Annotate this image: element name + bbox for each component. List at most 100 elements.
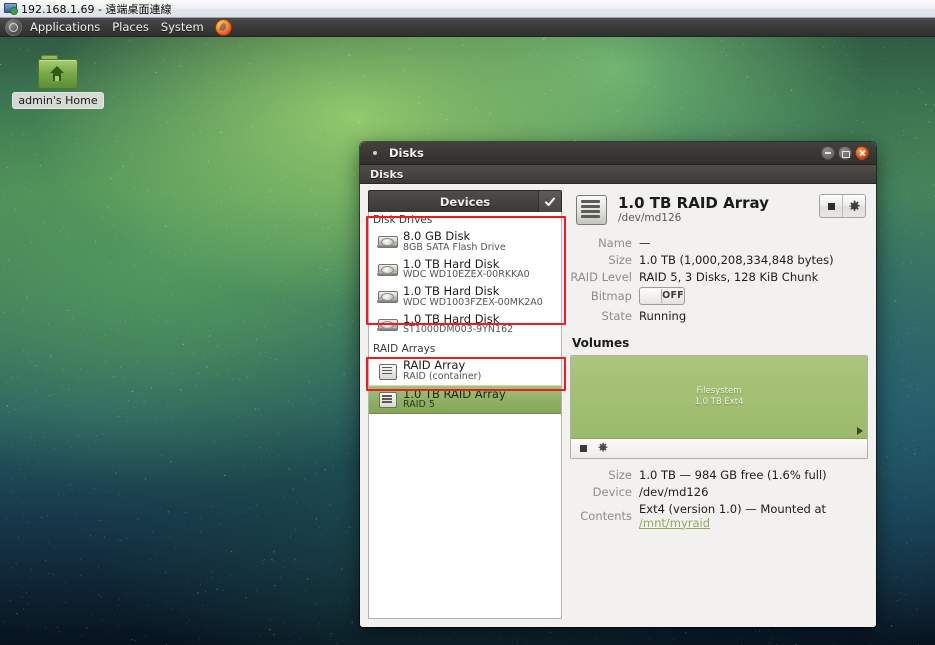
device-row-8gb-disk[interactable]: 8.0 GB Disk 8GB SATA Flash Drive [369, 228, 561, 256]
device-model: RAID (container) [403, 370, 482, 382]
window-content: Devices Disk Drives 8.0 GB Disk 8GB SATA… [360, 184, 876, 627]
detail-properties: Name — Size 1.0 TB (1,000,208,334,848 by… [570, 234, 868, 324]
property-value: Running [639, 308, 687, 323]
device-name: 8.0 GB Disk [403, 229, 471, 243]
volume-row-device: Device /dev/md126 [570, 483, 868, 500]
app-header: Disks [360, 165, 876, 184]
menu-places[interactable]: Places [106, 18, 155, 37]
property-label: Bitmap [590, 289, 632, 303]
device-name: 1.0 TB Hard Disk [403, 284, 500, 298]
gear-icon [848, 199, 861, 213]
volumes-box: Filesystem 1.0 TB Ext4 [570, 355, 868, 459]
device-model: WDC WD1003FZEX-00MK2A0 [403, 296, 543, 308]
minimize-icon[interactable] [821, 146, 835, 160]
home-folder-icon [38, 55, 78, 89]
disks-window: Disks Disks Devices Disk Drives 8.0 GB D… [360, 142, 876, 627]
group-header-disk-drives: Disk Drives [369, 212, 561, 228]
window-buttons [821, 142, 869, 164]
property-label: State [601, 308, 632, 323]
volume-caption-line1: Filesystem [696, 386, 742, 397]
property-row-bitmap: Bitmap OFF [570, 285, 868, 307]
device-model: WDC WD10EZEX-00RKKA0 [403, 269, 530, 281]
ubuntu-logo-icon[interactable] [5, 18, 22, 36]
property-label: Size [608, 467, 632, 482]
firefox-icon[interactable] [214, 18, 232, 36]
property-value: — [639, 235, 651, 250]
property-label: RAID Level [570, 269, 632, 284]
desktop-icon-admins-home[interactable]: admin's Home [12, 55, 104, 109]
hard-disk-icon [377, 289, 398, 304]
toggle-knob [640, 288, 662, 303]
volume-segment-filesystem[interactable]: Filesystem 1.0 TB Ext4 [571, 356, 867, 439]
window-title: Disks [389, 146, 424, 160]
property-label: Size [608, 252, 632, 267]
device-row-raid-container[interactable]: RAID Array RAID (container) [369, 357, 561, 385]
device-name: RAID Array [403, 358, 466, 372]
detail-title: 1.0 TB RAID Array [618, 194, 769, 212]
close-icon[interactable] [855, 146, 869, 160]
window-body: Disks Devices Disk Drives 8.0 GB Disk 8G… [360, 165, 876, 627]
property-value: RAID 5, 3 Disks, 128 KiB Chunk [639, 269, 819, 284]
raid-array-icon [574, 194, 608, 226]
volume-options-button[interactable] [597, 442, 610, 455]
property-label: Name [598, 235, 632, 250]
maximize-icon[interactable] [838, 146, 852, 160]
device-model: 8GB SATA Flash Drive [403, 241, 506, 253]
property-value: OFF [639, 285, 868, 307]
volume-expand-arrow-icon[interactable] [857, 427, 863, 435]
volumes-heading: Volumes [572, 336, 630, 350]
volume-row-contents: Contents Ext4 (version 1.0) — Mounted at… [570, 500, 868, 531]
rdp-titlebar: 192.168.1.69 - 遠端桌面連線 [0, 0, 935, 18]
device-row-wd1003fzex[interactable]: 1.0 TB Hard Disk WDC WD1003FZEX-00MK2A0 [369, 283, 561, 311]
stop-array-button[interactable] [820, 195, 842, 217]
contents-text: Ext4 (version 1.0) — Mounted at [639, 501, 827, 516]
detail-pane: 1.0 TB RAID Array /dev/md126 Name — Size… [570, 190, 868, 619]
property-row-size: Size 1.0 TB (1,000,208,334,848 bytes) [570, 251, 868, 268]
hard-disk-icon [377, 234, 398, 249]
app-header-title: Disks [370, 167, 404, 181]
property-value: 1.0 TB — 984 GB free (1.6% full) [639, 467, 827, 482]
raid-array-icon [377, 363, 397, 380]
property-row-state: State Running [570, 307, 868, 324]
check-icon[interactable] [538, 191, 561, 212]
property-row-raid-level: RAID Level RAID 5, 3 Disks, 128 KiB Chun… [570, 268, 868, 285]
sidebar: Devices Disk Drives 8.0 GB Disk 8GB SATA… [368, 190, 562, 619]
device-model: ST1000DM003-9YN162 [403, 324, 514, 336]
group-header-raid-arrays: RAID Arrays [369, 341, 561, 357]
property-value: /dev/md126 [639, 484, 709, 499]
device-row-st1000dm003[interactable]: 1.0 TB Hard Disk ST1000DM003-9YN162 [369, 311, 561, 339]
window-titlebar[interactable]: Disks [360, 142, 876, 165]
detail-subtitle: /dev/md126 [618, 212, 682, 225]
volume-toolbar [571, 439, 867, 458]
menu-applications[interactable]: Applications [24, 18, 106, 37]
sidebar-header: Devices [368, 190, 562, 212]
unmount-volume-button[interactable] [580, 445, 587, 452]
raid-array-icon [377, 391, 397, 409]
detail-header: 1.0 TB RAID Array /dev/md126 [570, 192, 868, 226]
array-options-button[interactable] [842, 195, 865, 217]
property-value: Ext4 (version 1.0) — Mounted at /mnt/myr… [639, 500, 868, 531]
detail-actions [819, 194, 866, 218]
sidebar-header-label: Devices [439, 194, 491, 209]
window-menu-icon[interactable] [369, 147, 381, 159]
volume-properties: Size 1.0 TB — 984 GB free (1.6% full) De… [570, 466, 868, 531]
gnome-menubar: Applications Places System [0, 18, 935, 37]
toggle-state-label: OFF [662, 290, 684, 301]
device-row-raid5-array[interactable]: 1.0 TB RAID Array RAID 5 [369, 384, 561, 414]
device-list[interactable]: Disk Drives 8.0 GB Disk 8GB SATA Flash D… [368, 212, 562, 619]
hard-disk-icon [377, 262, 398, 277]
property-label: Device [592, 484, 632, 499]
bitmap-toggle[interactable]: OFF [639, 286, 685, 305]
hard-disk-icon [377, 317, 398, 332]
device-model: RAID 5 [403, 399, 435, 411]
desktop-icon-label: admin's Home [12, 92, 104, 109]
property-row-name: Name — [570, 234, 868, 251]
desktop: Applications Places System admin's Home … [0, 18, 935, 645]
volume-caption: Filesystem 1.0 TB Ext4 [694, 386, 743, 407]
mount-point-link[interactable]: /mnt/myraid [639, 516, 710, 530]
rdp-title-text: 192.168.1.69 - 遠端桌面連線 [21, 2, 172, 16]
property-label: Contents [580, 508, 632, 523]
property-value: 1.0 TB (1,000,208,334,848 bytes) [639, 252, 834, 267]
device-row-wd10ezex[interactable]: 1.0 TB Hard Disk WDC WD10EZEX-00RKKA0 [369, 256, 561, 284]
menu-system[interactable]: System [155, 18, 210, 37]
